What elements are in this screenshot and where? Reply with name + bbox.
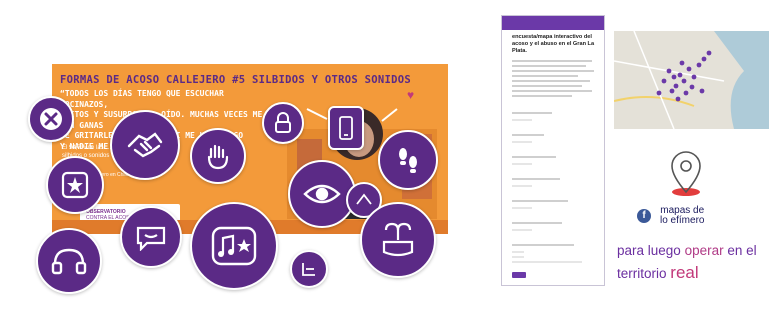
headphones-icon xyxy=(36,228,102,294)
form-option[interactable] xyxy=(512,261,582,263)
form-text-line xyxy=(512,80,590,82)
tagline-part: operar xyxy=(684,243,724,258)
form-answer[interactable] xyxy=(512,141,532,143)
form-option[interactable] xyxy=(512,251,524,253)
form-answer[interactable] xyxy=(512,229,532,231)
form-question xyxy=(512,134,544,136)
form-header-bar xyxy=(502,16,604,30)
music-note-star-icon xyxy=(190,202,278,290)
footsteps-icon xyxy=(378,130,438,190)
form-option[interactable] xyxy=(512,256,524,258)
svg-text:♥: ♥ xyxy=(407,88,414,102)
speech-bubble-icon xyxy=(120,206,182,268)
form-question xyxy=(512,112,552,114)
form-answer[interactable] xyxy=(512,119,532,121)
facebook-icon[interactable]: f xyxy=(637,209,651,223)
survey-form-screenshot[interactable]: encuesta/mapa interactivo del acoso y el… xyxy=(501,15,605,286)
form-question xyxy=(512,222,562,224)
lock-icon xyxy=(262,102,304,144)
tagline-part: para luego xyxy=(617,243,681,258)
no-x-icon xyxy=(28,96,74,142)
hands-grab-icon xyxy=(290,250,328,288)
mapas-logo-text: mapas de lo efímero xyxy=(660,206,704,226)
form-answer[interactable] xyxy=(512,207,532,209)
form-answer[interactable] xyxy=(512,163,532,165)
tagline-emphasis: real xyxy=(670,263,699,282)
form-question xyxy=(512,200,568,202)
form-question xyxy=(512,178,560,180)
form-text-line xyxy=(512,85,582,87)
form-answer[interactable] xyxy=(512,185,532,187)
mapas-line-2: lo efímero xyxy=(660,215,705,226)
form-question xyxy=(512,156,556,158)
touch-hand-icon xyxy=(190,128,246,184)
map-thumbnail[interactable] xyxy=(614,31,769,129)
map-pin-logo-icon xyxy=(671,151,701,196)
form-text-line xyxy=(512,90,592,92)
form-text-line xyxy=(512,70,594,72)
form-text-line xyxy=(512,60,592,62)
form-text-line xyxy=(512,75,578,77)
tagline: para luego operar en el territorio real xyxy=(617,240,775,285)
quote-line: “TODOS LOS DÍAS TENGO QUE ESCUCHAR BOCIN… xyxy=(60,89,224,109)
tagline-part: territorio xyxy=(617,266,667,281)
form-submit-button[interactable] xyxy=(512,272,526,278)
tagline-part: en el xyxy=(727,243,757,258)
phone-icon xyxy=(328,106,364,150)
hands-grab-icon xyxy=(360,202,436,278)
flash-burst-icon xyxy=(46,156,104,214)
form-question xyxy=(512,244,574,246)
form-title: encuesta/mapa interactivo del acoso y el… xyxy=(512,34,595,54)
form-text-line xyxy=(512,95,572,97)
form-text-line xyxy=(512,65,586,67)
handshake-icon xyxy=(110,110,180,180)
